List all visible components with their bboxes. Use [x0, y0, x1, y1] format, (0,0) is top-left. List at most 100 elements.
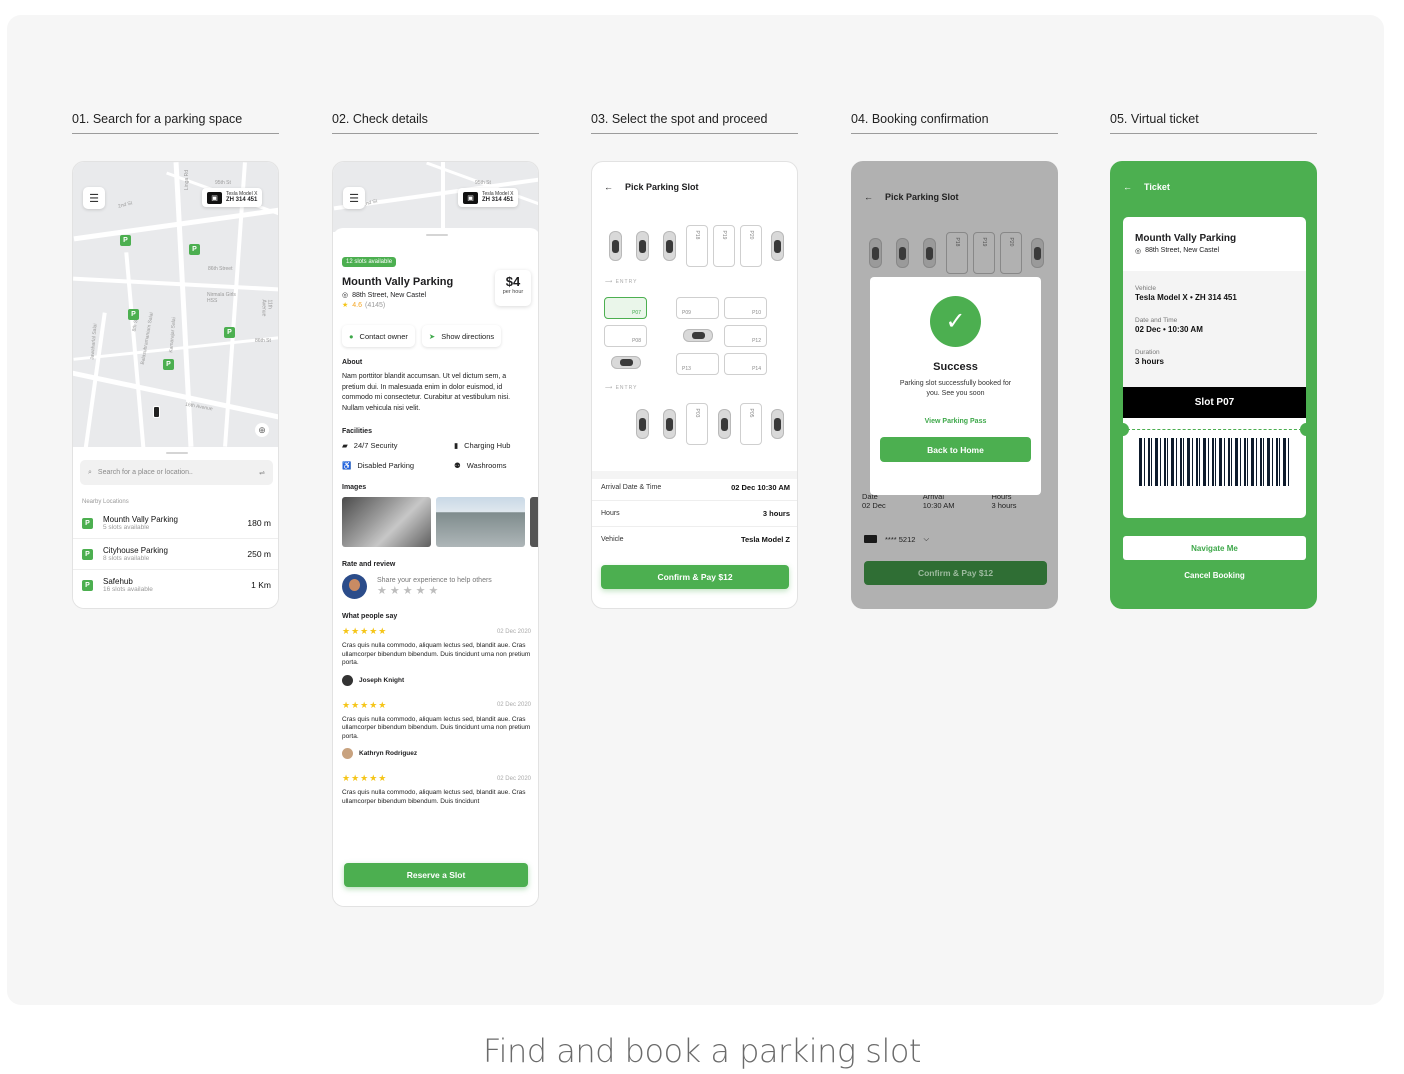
parking-marker[interactable]: P: [163, 359, 174, 370]
parking-address: 88th Street, New Castel: [352, 291, 427, 299]
slot-p07-selected[interactable]: P07: [604, 297, 647, 319]
slot-label: P14: [752, 366, 761, 372]
occupied-slot: [636, 231, 649, 261]
slot-p19[interactable]: P19: [713, 225, 735, 267]
occupied-slot: [771, 231, 784, 261]
detail-row[interactable]: Vehicle Tesla Model Z: [592, 526, 797, 552]
menu-button[interactable]: ☰: [343, 187, 365, 209]
detail-row[interactable]: Arrival Date & Time 02 Dec 10:30 AM: [592, 474, 797, 500]
slot-p09[interactable]: P09: [676, 297, 719, 319]
location-distance: 1 Km: [251, 580, 271, 590]
review-date: 02 Dec 2020: [496, 628, 531, 635]
slot-p03[interactable]: P03: [686, 403, 708, 445]
review-item: ★★★★★ 02 Dec 2020 Cras quis nulla commodo…: [342, 773, 531, 806]
payment-card-select[interactable]: **** 5212 ⌵: [864, 534, 929, 544]
slot-p12[interactable]: P12: [724, 325, 767, 347]
parking-marker[interactable]: P: [128, 309, 139, 320]
vehicle-chip[interactable]: ▣ Tesla Model X ZH 314 451: [202, 188, 263, 207]
parking-image[interactable]: [530, 497, 538, 547]
parking-marker[interactable]: P: [120, 235, 131, 246]
ticket-info: Vehicle Tesla Model X • ZH 314 451 Date …: [1123, 271, 1306, 387]
street-label: 8th St: [131, 318, 140, 332]
price-box: $4 per hour: [495, 270, 531, 306]
datetime-label: Date and Time: [1135, 317, 1178, 324]
location-pin-icon: ◎: [342, 292, 349, 299]
slot-p14[interactable]: P14: [724, 353, 767, 375]
parking-image[interactable]: [436, 497, 526, 547]
slot-label: P09: [682, 310, 691, 316]
map-view[interactable]: 95th St 2nd St ☰ ▣ Tesla Model X ZH 314 4…: [333, 162, 538, 232]
vehicle-chip[interactable]: ▣ Tesla Model X ZH 314 451: [458, 188, 519, 207]
parking-marker[interactable]: P: [224, 327, 235, 338]
location-slots: 5 slots available: [103, 524, 150, 531]
cancel-booking-button[interactable]: Cancel Booking: [1123, 571, 1306, 580]
user-car-marker: [153, 406, 160, 418]
slot-p18[interactable]: P18: [686, 225, 708, 267]
review-stars: ★★★★★: [342, 773, 388, 783]
parking-marker[interactable]: P: [189, 244, 200, 255]
show-directions-button[interactable]: ➤ Show directions: [421, 325, 502, 347]
menu-icon: ☰: [89, 192, 99, 205]
about-text: Nam porttitor blandit accumsan. Ut vel d…: [342, 373, 511, 412]
car-icon: ▣: [207, 191, 222, 204]
vehicle-plate: ZH 314 451: [226, 197, 258, 203]
slot-p20[interactable]: P20: [740, 225, 762, 267]
navigation-icon: ➤: [428, 331, 436, 341]
slot-label: P19: [721, 230, 727, 240]
sheet-handle[interactable]: [165, 452, 188, 454]
charging-icon: ▮: [454, 441, 459, 450]
contact-owner-button[interactable]: ● Contact owner: [342, 325, 415, 347]
step-title-2: 02. Check details: [332, 112, 539, 134]
avatar: [342, 574, 367, 599]
detail-row[interactable]: Hours 3 hours: [592, 500, 797, 526]
slot-p13[interactable]: P13: [676, 353, 719, 375]
occupied-slot: [611, 356, 641, 369]
occupied-slot: [869, 238, 882, 268]
card-number: **** 5212: [885, 534, 916, 544]
price-unit: per hour: [502, 289, 524, 295]
facility-item: ▰ 24/7 Security: [342, 441, 454, 450]
confirm-pay-label: Confirm & Pay $12: [657, 572, 733, 582]
location-item[interactable]: P Cityhouse Parking 8 slots available 250…: [73, 539, 278, 570]
slot-label: P13: [682, 366, 691, 372]
location-item[interactable]: P Safehub 16 slots available 1 Km: [73, 570, 278, 600]
back-arrow-icon[interactable]: ←: [604, 182, 613, 192]
slot-p05[interactable]: P05: [740, 403, 762, 445]
locate-me-icon[interactable]: ⊕: [255, 423, 269, 437]
reserve-slot-button[interactable]: Reserve a Slot: [344, 863, 528, 887]
navigate-me-button[interactable]: Navigate Me: [1123, 536, 1306, 560]
page-title: Ticket: [1144, 182, 1170, 192]
summary-value: 3 hours: [991, 501, 1017, 510]
search-input[interactable]: ⌕ Search for a place or location.. ⇌: [80, 460, 273, 485]
back-arrow-icon[interactable]: ←: [864, 192, 873, 202]
slot-label: P20: [1008, 237, 1014, 247]
review-item: ★★★★★ 02 Dec 2020 Cras quis nulla commodo…: [342, 700, 531, 759]
parking-image[interactable]: [342, 497, 432, 547]
back-arrow-icon[interactable]: ←: [1123, 182, 1132, 192]
detail-label: Arrival Date & Time: [601, 483, 662, 491]
location-item[interactable]: P Mounth Vally Parking 5 slots available …: [73, 508, 278, 539]
show-directions-label: Show directions: [441, 331, 495, 341]
street-label: 86th St: [255, 338, 271, 344]
menu-button[interactable]: ☰: [83, 187, 105, 209]
detail-label: Hours: [601, 510, 620, 517]
confirm-pay-button[interactable]: Confirm & Pay $12: [601, 565, 789, 589]
search-placeholder: Search for a place or location..: [97, 469, 193, 476]
slot-p10[interactable]: P10: [724, 297, 767, 319]
slot-p08[interactable]: P08: [604, 325, 647, 347]
filter-icon[interactable]: ⇌: [259, 469, 265, 477]
images-title: Images: [342, 484, 367, 491]
datetime-value: 02 Dec • 10:30 AM: [1135, 325, 1203, 334]
slot-p18: P18: [946, 232, 968, 274]
back-to-home-button[interactable]: Back to Home: [880, 437, 1031, 462]
rating-input[interactable]: ★★★★★: [377, 584, 492, 597]
rate-prompt: Share your experience to help others: [377, 576, 492, 584]
vehicle-value: Tesla Model X • ZH 314 451: [1135, 293, 1237, 302]
summary-value: 10:30 AM: [922, 501, 955, 510]
entry-label: ENTRY: [615, 279, 638, 285]
page-title: Pick Parking Slot: [885, 192, 959, 202]
map-view[interactable]: 95th St 2nd St 86th Street 16th Avenue N…: [73, 162, 278, 447]
nearby-label: Nearby Locations: [82, 499, 129, 505]
view-parking-pass-link[interactable]: View Parking Pass: [870, 418, 1041, 425]
review-stars: ★★★★★: [342, 626, 388, 636]
